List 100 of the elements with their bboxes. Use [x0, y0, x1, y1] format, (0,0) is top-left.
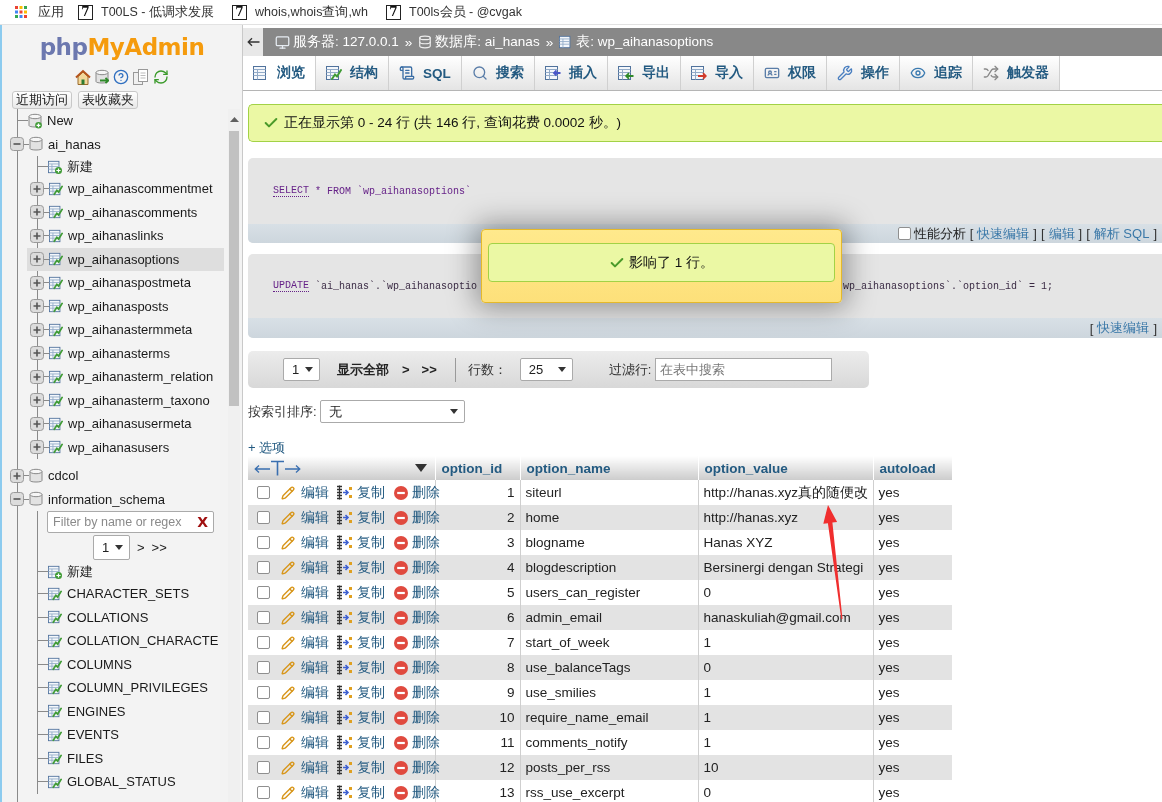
tree-label[interactable]: COLUMN_PRIVILEGES	[67, 680, 208, 696]
checkbox[interactable]	[257, 761, 270, 774]
bookmark-link[interactable]: 7 whois,whois查询,wh	[232, 3, 372, 21]
checkbox[interactable]	[257, 686, 270, 699]
breadcrumb-link[interactable]: 服务器: 127.0.0.1	[293, 33, 399, 51]
column-header[interactable]: option_value	[698, 456, 873, 480]
tree-label[interactable]: ENGINES	[67, 703, 126, 719]
rows-select[interactable]: 25	[519, 358, 573, 381]
plus-box-icon[interactable]	[30, 322, 44, 337]
checkbox[interactable]	[257, 586, 270, 599]
tab[interactable]: 触发器	[972, 56, 1060, 90]
column-header[interactable]: autoload	[873, 456, 952, 480]
tree-label[interactable]: wp_aihanascomments	[68, 204, 198, 220]
column-arrows-icon[interactable]	[254, 460, 301, 476]
tree-item[interactable]: GLOBAL_STATUS	[27, 770, 224, 794]
edit-link[interactable]: 编辑	[281, 660, 329, 675]
tree-label[interactable]: wp_aihanaspostmeta	[68, 275, 191, 291]
tree-item[interactable]: wp_aihanasposts	[27, 294, 224, 318]
page-link[interactable]: >	[137, 540, 145, 555]
tree-label[interactable]: information_schema	[48, 491, 166, 507]
tree-item[interactable]: 新建	[27, 561, 224, 582]
tab[interactable]: 追踪	[899, 56, 973, 90]
edit-link[interactable]: 编辑	[281, 635, 329, 650]
tree-label[interactable]: wp_aihanasterm_relation	[68, 369, 214, 385]
tree-label[interactable]: wp_aihanasterm_taxono	[68, 392, 210, 408]
tree-label[interactable]: ai_hanas	[48, 136, 101, 152]
page-select[interactable]: 1	[93, 535, 130, 560]
plus-box-icon[interactable]	[30, 205, 44, 220]
options-link[interactable]: + 选项	[248, 440, 286, 455]
reload-icon[interactable]	[153, 69, 169, 85]
copy-link[interactable]: 复制	[337, 635, 385, 650]
logo[interactable]: phpMyAdmin	[39, 33, 205, 61]
tree-item[interactable]: wp_aihanaslinks	[27, 224, 224, 248]
plus-box-icon[interactable]	[30, 369, 44, 384]
tree-item[interactable]: New	[7, 109, 224, 133]
show-all-link[interactable]: 显示全部	[337, 360, 389, 379]
scrollbar-thumb[interactable]	[229, 131, 239, 406]
tree-item[interactable]: EVENTS	[27, 723, 224, 747]
tree-label[interactable]: EVENTS	[67, 727, 119, 743]
tree-item[interactable]: wp_aihanasusermeta	[27, 412, 224, 436]
sql-link[interactable]: 快速编辑	[1097, 319, 1150, 337]
tree-item[interactable]: COLUMN_PRIVILEGES	[27, 676, 224, 700]
database-arrow-icon[interactable]	[95, 69, 109, 85]
tree-label[interactable]: wp_aihanasusers	[68, 439, 170, 455]
edit-link[interactable]: 编辑	[281, 485, 329, 500]
tree-label[interactable]: cdcol	[48, 468, 79, 484]
apps-link[interactable]: 应用	[15, 3, 64, 21]
tree-label[interactable]: COLLATIONS	[67, 609, 149, 625]
scroll-up-icon[interactable]	[229, 117, 239, 122]
sql-keyword-link[interactable]: UPDATE	[273, 280, 309, 292]
bookmark-link[interactable]: 7 T00LS - 低调求发展	[78, 3, 218, 21]
plus-box-icon[interactable]	[30, 416, 44, 431]
breadcrumb-link[interactable]: 数据库: ai_hanas	[435, 33, 540, 51]
tree-item[interactable]: CHARACTER_SETS	[27, 582, 224, 606]
tree-item[interactable]: FILES	[27, 746, 224, 770]
tab[interactable]: 导入	[680, 56, 754, 90]
bookmark-link[interactable]: 7 T00ls会员 - @cvgak	[386, 3, 526, 21]
last-link[interactable]: >>	[421, 362, 437, 377]
column-header[interactable]: option_id	[435, 456, 520, 480]
tree-item[interactable]: wp_aihanascomments	[27, 200, 224, 224]
plus-box-icon[interactable]	[30, 252, 44, 267]
copy-link[interactable]: 复制	[337, 785, 385, 800]
help-icon[interactable]	[113, 69, 129, 85]
tree-label[interactable]: wp_aihanascommentmet	[68, 181, 213, 197]
minus-box-icon[interactable]	[10, 137, 24, 152]
plus-box-icon[interactable]	[30, 275, 44, 290]
copy-link[interactable]: 复制	[337, 585, 385, 600]
copy-link[interactable]: 复制	[337, 760, 385, 775]
caret-icon[interactable]	[414, 464, 427, 472]
copy-link[interactable]: 复制	[337, 685, 385, 700]
sql-link[interactable]: 编辑	[1048, 224, 1075, 243]
tab[interactable]: 插入	[534, 56, 608, 90]
edit-link[interactable]: 编辑	[281, 760, 329, 775]
plus-box-icon[interactable]	[30, 228, 44, 243]
filter-field[interactable]: 在表中搜索	[655, 358, 833, 381]
tree-label[interactable]: New	[47, 113, 73, 129]
tree-item[interactable]: cdcol	[7, 464, 224, 488]
copy-link[interactable]: 复制	[337, 510, 385, 525]
minus-box-icon[interactable]	[10, 492, 24, 507]
tree-label[interactable]: COLLATION_CHARACTE	[67, 633, 219, 649]
plus-box-icon[interactable]	[30, 346, 44, 361]
tree-label[interactable]: wp_aihanasusermeta	[68, 416, 192, 432]
home-icon[interactable]	[75, 69, 91, 85]
copy-link[interactable]: 复制	[337, 735, 385, 750]
checkbox[interactable]	[257, 786, 270, 799]
next-link[interactable]: >	[402, 362, 410, 377]
tree-item[interactable]: 新建	[27, 156, 224, 177]
tree-label[interactable]: wp_aihanastermmeta	[68, 322, 193, 338]
plus-box-icon[interactable]	[30, 299, 44, 314]
checkbox[interactable]	[257, 561, 270, 574]
copy-link[interactable]: 复制	[337, 660, 385, 675]
copy-link[interactable]: 复制	[337, 535, 385, 550]
tree-item[interactable]: wp_aihanaspostmeta	[27, 271, 224, 295]
sql-link[interactable]: 解析 SQL	[1093, 224, 1150, 243]
tree-item[interactable]: wp_aihanasterm_taxono	[27, 388, 224, 412]
sort-select[interactable]: 无	[319, 400, 465, 423]
checkbox[interactable]	[257, 511, 270, 524]
edit-link[interactable]: 编辑	[281, 785, 329, 800]
plus-box-icon[interactable]	[30, 440, 44, 455]
tree-label[interactable]: wp_aihanasoptions	[68, 251, 180, 267]
